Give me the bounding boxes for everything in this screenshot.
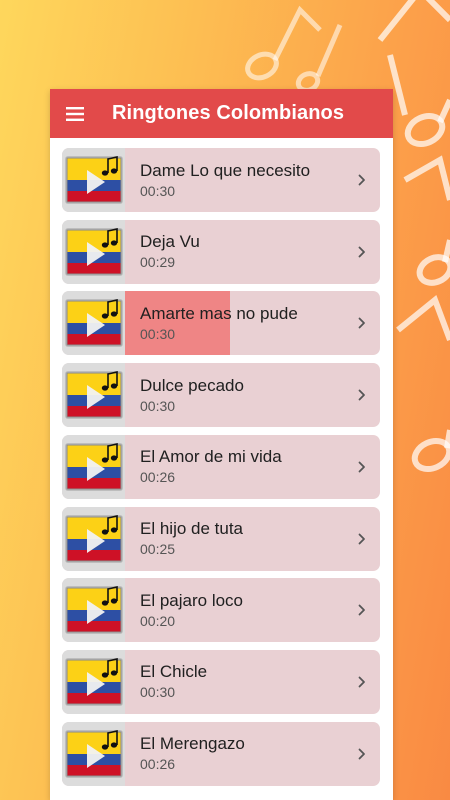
- ringtone-duration: 00:30: [140, 684, 176, 701]
- colombia-flag-thumbnail: [62, 363, 125, 428]
- chevron-right-icon[interactable]: [344, 246, 380, 258]
- flag-play-note-icon: [65, 514, 123, 563]
- ringtone-duration: 00:26: [140, 756, 176, 773]
- ringtone-name: Dame Lo que necesito: [140, 160, 311, 180]
- ringtone-name: Dulce pecado: [140, 375, 244, 395]
- ringtone-item[interactable]: El Merengazo 00:26: [62, 721, 380, 786]
- ringtone-name: Amarte mas no pude: [140, 303, 298, 323]
- ringtone-name: El hijo de tuta: [140, 519, 244, 538]
- flag-play-note-icon: [65, 657, 123, 706]
- app-bar: Ringtones Colombianos: [50, 89, 393, 138]
- ringtone-duration: 00:30: [140, 325, 176, 342]
- menu-button[interactable]: [50, 89, 100, 138]
- ringtone-item[interactable]: Dulce pecado 00:30: [62, 363, 380, 428]
- colombia-flag-thumbnail: [62, 506, 125, 571]
- flag-play-note-icon: [65, 729, 123, 778]
- flag-play-note-icon: [65, 227, 123, 276]
- ringtone-name: El Chicle: [140, 662, 208, 682]
- chevron-right-icon[interactable]: [344, 533, 380, 545]
- flag-play-note-icon: [65, 371, 123, 420]
- ringtone-text: El pajaro loco 00:20: [140, 591, 344, 630]
- chevron-right-icon[interactable]: [344, 676, 380, 688]
- chevron-right-icon[interactable]: [344, 317, 380, 329]
- ringtone-duration: 00:29: [140, 254, 176, 271]
- ringtone-text: El Merengazo 00:26: [140, 734, 344, 773]
- ringtone-name: El Merengazo: [140, 734, 245, 754]
- ringtone-text: El hijo de tuta 00:25: [140, 519, 344, 558]
- colombia-flag-thumbnail: [62, 721, 125, 786]
- ringtone-duration: 00:30: [140, 182, 176, 199]
- flag-play-note-icon: [65, 156, 123, 204]
- colombia-flag-thumbnail: [62, 219, 125, 284]
- ringtone-item[interactable]: El Chicle 00:30: [62, 649, 380, 714]
- chevron-right-icon[interactable]: [344, 389, 380, 401]
- chevron-right-icon[interactable]: [344, 748, 380, 760]
- ringtone-text: Dame Lo que necesito 00:30: [140, 161, 344, 200]
- chevron-right-icon[interactable]: [344, 604, 380, 616]
- ringtone-item[interactable]: Deja Vu 00:29: [62, 219, 380, 284]
- ringtone-item[interactable]: El hijo de tuta 00:25: [62, 506, 380, 571]
- flag-play-note-icon: [65, 442, 123, 491]
- chevron-right-icon[interactable]: [344, 174, 380, 186]
- ringtone-item[interactable]: Amarte mas no pude 00:30: [62, 291, 380, 356]
- chevron-right-icon[interactable]: [344, 461, 380, 473]
- ringtone-name: El Amor de mi vida: [140, 447, 282, 467]
- colombia-flag-thumbnail: [62, 291, 125, 356]
- colombia-flag-thumbnail: [62, 148, 125, 212]
- ringtone-text: Amarte mas no pude 00:30: [140, 304, 344, 343]
- flag-play-note-icon: [65, 299, 123, 348]
- main-panel: Ringtones Colombianos Dame Lo que necesi…: [50, 89, 393, 800]
- colombia-flag-thumbnail: [62, 578, 125, 643]
- ringtone-text: El Amor de mi vida 00:26: [140, 447, 344, 486]
- flag-play-note-icon: [65, 586, 123, 635]
- hamburger-menu-icon: [66, 106, 84, 121]
- colombia-flag-thumbnail: [62, 649, 125, 714]
- ringtone-item[interactable]: El pajaro loco 00:20: [62, 578, 380, 643]
- ringtone-name: El pajaro loco: [140, 590, 244, 610]
- ringtone-duration: 00:26: [140, 469, 176, 486]
- ringtone-text: Dulce pecado 00:30: [140, 376, 344, 415]
- ringtone-name: Deja Vu: [140, 232, 200, 252]
- ringtone-text: Deja Vu 00:29: [140, 232, 344, 271]
- ringtone-duration: 00:25: [140, 541, 176, 557]
- ringtone-text: El Chicle 00:30: [140, 662, 344, 701]
- colombia-flag-thumbnail: [62, 434, 125, 499]
- ringtone-duration: 00:20: [140, 612, 176, 629]
- app-title: Ringtones Colombianos: [112, 102, 345, 124]
- ringtone-item[interactable]: El Amor de mi vida 00:26: [62, 434, 380, 499]
- ringtone-item[interactable]: Dame Lo que necesito 00:30: [62, 148, 380, 212]
- ringtone-duration: 00:30: [140, 397, 176, 414]
